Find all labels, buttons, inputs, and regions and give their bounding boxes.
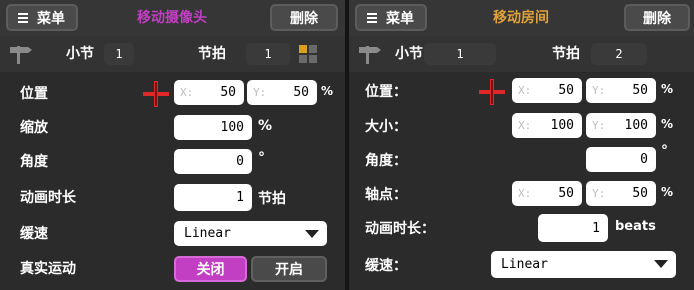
panel-header: 菜单 移动房间 删除 [349,0,694,36]
pivot-y-value: 50 [632,186,648,201]
duration-unit: beats [615,219,656,234]
position-x-placeholder: X: [180,86,194,99]
pivot-x-input[interactable]: X: 50 [512,181,582,206]
angle-unit: ° [661,143,668,159]
menu-button-label: 菜单 [386,10,414,27]
position-x-input[interactable]: X: 50 [174,80,244,105]
size-x-placeholder: X: [518,119,532,132]
delete-button[interactable]: 删除 [270,4,338,31]
duration-input[interactable]: 1 [538,214,608,242]
ease-value: Linear [184,226,231,241]
position-y-input[interactable]: Y: 50 [247,80,317,105]
chevron-down-icon [305,230,319,238]
duration-label: 动画时长 [20,190,76,206]
position-y-placeholder: Y: [253,86,267,99]
position-x-placeholder: X: [518,84,532,97]
ease-label: 缓速 [20,226,48,242]
pivot-y-input[interactable]: Y: 50 [586,181,656,206]
zoom-unit: % [258,118,273,134]
pivot-x-value: 50 [558,186,574,201]
size-unit: % [661,117,674,131]
angle-label: 角度： [365,153,407,169]
bar-input[interactable]: 1 [424,43,496,65]
duration-label: 动画时长： [365,221,435,237]
bar-label: 小节 [395,46,423,62]
pivot-unit: % [661,185,674,199]
ease-value: Linear [501,257,548,272]
position-y-value: 50 [632,83,648,98]
grid-icon[interactable] [299,45,317,63]
duration-input[interactable]: 1 [174,184,252,211]
toggle-on-button[interactable]: 开启 [251,256,327,282]
hamburger-icon [18,11,28,25]
crosshair-icon[interactable] [479,79,505,105]
menu-button[interactable]: 菜单 [6,4,78,31]
delete-button[interactable]: 删除 [624,4,690,31]
beat-input[interactable]: 1 [246,43,290,65]
menu-button[interactable]: 菜单 [355,4,427,31]
angle-unit: ° [258,150,265,166]
pivot-label: 轴点： [365,187,407,203]
bar-label: 小节 [66,46,94,62]
toggle-off-button[interactable]: 关闭 [174,256,247,282]
position-y-input[interactable]: Y: 50 [586,78,656,103]
size-y-placeholder: Y: [592,119,606,132]
beat-label: 节拍 [198,46,226,62]
position-y-placeholder: Y: [592,84,606,97]
hamburger-icon [367,11,377,25]
position-unit: % [661,82,674,96]
chevron-down-icon [654,260,668,268]
real-motion-label: 真实运动 [20,261,76,277]
move-room-panel: 菜单 移动房间 删除 小节 1 节拍 2 位置： X: 50 Y: 50 % 大… [349,0,694,290]
signpost-icon [359,46,381,64]
angle-input[interactable]: 0 [586,147,656,172]
ease-label: 缓速： [365,258,407,274]
position-x-input[interactable]: X: 50 [512,78,582,103]
ease-dropdown[interactable]: Linear [491,251,676,278]
pivot-y-placeholder: Y: [592,187,606,200]
size-label: 大小： [365,119,407,135]
crosshair-icon[interactable] [143,81,169,107]
timing-bar: 小节 1 节拍 1 [0,36,345,72]
event-title: 移动房间 [493,10,549,26]
timing-bar: 小节 1 节拍 2 [349,36,694,72]
angle-input[interactable]: 0 [174,149,252,174]
panel-header: 菜单 移动摄像头 删除 [0,0,345,36]
beat-label: 节拍 [552,46,580,62]
pivot-x-placeholder: X: [518,187,532,200]
zoom-input[interactable]: 100 [174,115,252,140]
angle-label: 角度 [20,154,48,170]
size-x-value: 100 [550,118,574,133]
position-label: 位置 [20,86,48,102]
menu-button-label: 菜单 [37,10,65,27]
position-label: 位置： [365,84,407,100]
signpost-icon [10,46,32,64]
size-y-input[interactable]: Y: 100 [586,113,656,138]
size-x-input[interactable]: X: 100 [512,113,582,138]
zoom-label: 缩放 [20,120,48,136]
position-x-value: 50 [220,85,236,100]
duration-unit: 节拍 [258,191,286,207]
event-title: 移动摄像头 [137,10,207,26]
position-y-value: 50 [293,85,309,100]
move-camera-panel: 菜单 移动摄像头 删除 小节 1 节拍 1 位置 X: 50 Y: 50 % 缩… [0,0,345,290]
position-unit: % [321,84,334,98]
bar-input[interactable]: 1 [104,43,134,65]
size-y-value: 100 [624,118,648,133]
position-x-value: 50 [558,83,574,98]
beat-input[interactable]: 2 [591,43,647,65]
ease-dropdown[interactable]: Linear [174,221,327,246]
